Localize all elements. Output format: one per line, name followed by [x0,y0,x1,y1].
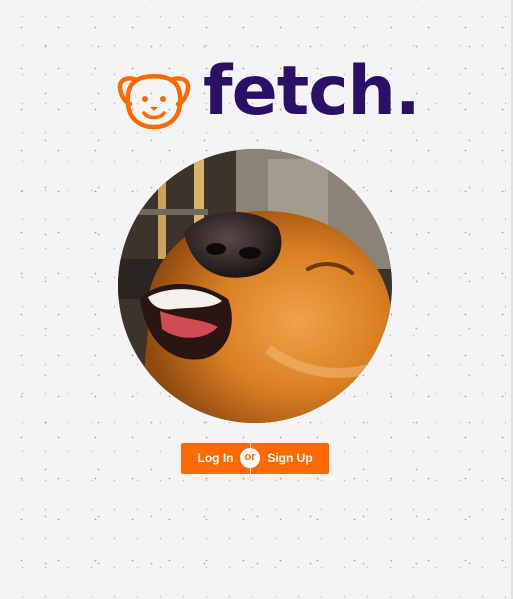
dog-photo [118,149,392,423]
brand-logo: fetch. [117,54,421,134]
or-divider: or [240,448,260,468]
dog-face-icon [117,74,191,130]
signup-button[interactable]: Sign Up [251,443,329,474]
brand-name: fetch. [203,52,421,131]
auth-buttons: Log In Sign Up or [181,443,329,474]
